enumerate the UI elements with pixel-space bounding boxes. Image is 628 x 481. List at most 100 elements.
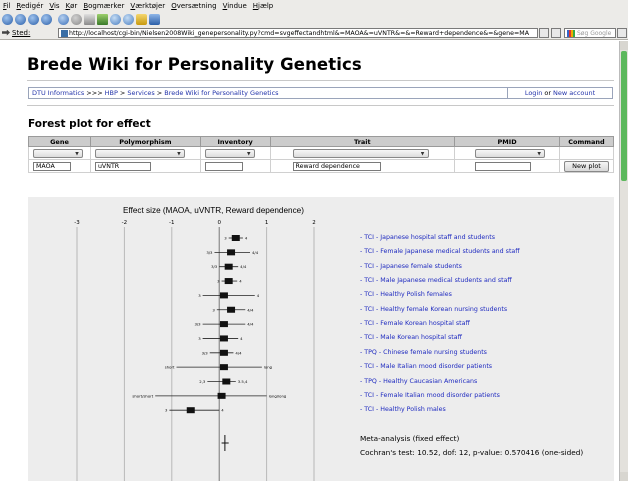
new-plot-button[interactable]: New plot (564, 160, 609, 172)
genotype-low-label: 3 (212, 307, 215, 312)
effect-marker (219, 292, 228, 299)
meta-analysis-stats: Cochran's test: 10.52, dof: 12, p-value:… (360, 448, 584, 457)
genotype-low-label: short/short (132, 393, 153, 398)
search-input[interactable]: Søg Google (564, 28, 616, 38)
gene-input[interactable]: MAOA (33, 161, 71, 171)
back-icon[interactable] (2, 13, 13, 25)
menu-view[interactable]: Vis (49, 2, 59, 10)
address-label: Sted: (2, 29, 30, 37)
reload-icon[interactable] (58, 13, 69, 25)
up-icon[interactable] (28, 13, 39, 25)
command-cell: New plot (559, 159, 614, 173)
menu-window[interactable]: Vindue (223, 2, 247, 10)
genotype-high-label: 4/4 (247, 307, 254, 312)
header-pmid: PMID (454, 136, 560, 147)
trait-input[interactable]: Reward dependence (292, 161, 381, 171)
divider (27, 80, 614, 81)
genotype-high-label: 3.5,4 (238, 379, 248, 384)
new-tab-icon[interactable] (97, 13, 108, 25)
breadcrumb-services[interactable]: Services (127, 89, 154, 97)
polymorphism-select-cell (89, 146, 201, 160)
zoom-out-icon[interactable] (123, 13, 134, 25)
go-button[interactable] (551, 28, 561, 38)
divider (27, 105, 614, 106)
study-label[interactable]: - TCI - Male Japanese medical students a… (360, 277, 512, 284)
genotype-low-label: 3 (165, 408, 168, 413)
breadcrumb-bar: DTU Informatics >>> HBP > Services > Bre… (28, 87, 613, 99)
polymorphism-select[interactable] (94, 148, 185, 158)
genotype-low-label: 3/3 (202, 350, 209, 355)
genotype-low-label: 3/3 (194, 322, 201, 327)
study-label[interactable]: - TCI - Healthy female Korean nursing st… (360, 306, 507, 313)
polymorphism-input-cell: uVNTR (89, 159, 201, 173)
study-label[interactable]: - TPQ - Healthy Caucasian Americans (360, 378, 477, 385)
chevron-down-icon (537, 151, 542, 156)
plot-marks: 3 4 3/3 4/4 3/3 4/4 3 4 3 4 3 4/4 3/3 4/4 3 4 3/3 4/4 shor… (132, 235, 287, 451)
genotype-high-label: long (264, 365, 273, 370)
lock-icon[interactable] (136, 13, 147, 25)
stop-icon[interactable] (71, 13, 82, 25)
study-label[interactable]: - TCI - Female Japanese medical students… (360, 248, 520, 255)
menu-bookmarks[interactable]: Bogmærker (83, 2, 124, 10)
study-label[interactable]: - TCI - Male Korean hospital staff (360, 334, 462, 341)
polymorphism-input[interactable]: uVNTR (94, 161, 151, 171)
account-links: Login or New account (507, 88, 612, 98)
study-label[interactable]: - TCI - Japanese hospital staff and stud… (360, 234, 495, 241)
scroll-thumb[interactable] (621, 51, 627, 181)
effect-marker (219, 349, 228, 356)
print-icon[interactable] (84, 13, 95, 25)
menu-edit[interactable]: Redigér (16, 2, 43, 10)
breadcrumb-separator: > (119, 89, 126, 97)
trait-select[interactable] (292, 148, 429, 158)
search-button[interactable] (617, 28, 627, 38)
x-tick-label: -2 (122, 220, 127, 226)
menu-file[interactable]: Fil (3, 2, 10, 10)
study-label[interactable]: - TCI - Male Italian mood disorder patie… (360, 363, 492, 370)
new-account-link[interactable]: New account (553, 89, 595, 97)
section-title: Forest plot for effect (28, 118, 151, 130)
study-label[interactable]: - TCI - Healthy Polish females (360, 291, 452, 298)
menu-go[interactable]: Kør (66, 2, 78, 10)
gene-input-cell: MAOA (28, 159, 91, 173)
breadcrumb-dtu-informatics[interactable]: DTU Informatics (32, 89, 84, 97)
forward-icon[interactable] (15, 13, 26, 25)
breadcrumb-hbp[interactable]: HBP (105, 89, 118, 97)
effect-marker (219, 335, 228, 342)
vertical-scrollbar[interactable] (619, 41, 628, 481)
study-label[interactable]: - TCI - Healthy Polish males (360, 406, 446, 413)
login-link[interactable]: Login (525, 89, 543, 97)
scroll-down-button[interactable] (620, 472, 628, 481)
study-label[interactable]: - TPQ - Chinese female nursing students (360, 349, 487, 356)
study-label[interactable]: - TCI - Female Korean hospital staff (360, 320, 470, 327)
pmid-select[interactable] (475, 148, 546, 158)
form-input-row: MAOA uVNTR Reward dependence New plot (28, 159, 614, 173)
pmid-input[interactable] (475, 161, 532, 171)
home-icon[interactable] (41, 13, 52, 25)
zoom-in-icon[interactable] (110, 13, 121, 25)
inventory-select[interactable] (204, 148, 255, 158)
scroll-up-button[interactable] (620, 41, 628, 50)
menu-translate[interactable]: Oversætning (171, 2, 216, 10)
url-dropdown-button[interactable] (539, 28, 549, 38)
favicon-icon (61, 30, 68, 37)
address-label-text: Sted: (12, 28, 31, 37)
url-input[interactable]: http://localhost/cgi-bin/Nielsen2008Wiki… (58, 28, 538, 38)
form-header-row: Gene Polymorphism Inventory Trait PMID C… (28, 136, 614, 147)
download-icon[interactable] (149, 13, 160, 25)
header-gene: Gene (28, 136, 91, 147)
address-bar: Sted: http://localhost/cgi-bin/Nielsen20… (0, 26, 628, 40)
breadcrumb-brede-wiki[interactable]: Brede Wiki for Personality Genetics (164, 89, 278, 97)
url-text: http://localhost/cgi-bin/Nielsen2008Wiki… (69, 30, 530, 37)
menu-tools[interactable]: Værktøjer (130, 2, 165, 10)
arrow-right-icon (2, 29, 10, 36)
chevron-down-icon (176, 151, 181, 156)
x-tick-label: -1 (169, 220, 174, 226)
menu-help[interactable]: Hjælp (253, 2, 273, 10)
gene-select[interactable] (33, 148, 83, 158)
google-icon (567, 30, 575, 37)
genotype-low-label: 3/3 (211, 264, 218, 269)
genotype-high-label: 4 (240, 336, 243, 341)
inventory-input[interactable] (204, 161, 243, 171)
study-label[interactable]: - TCI - Female Italian mood disorder pat… (360, 392, 500, 399)
study-label[interactable]: - TCI - Japanese female students (360, 263, 462, 270)
